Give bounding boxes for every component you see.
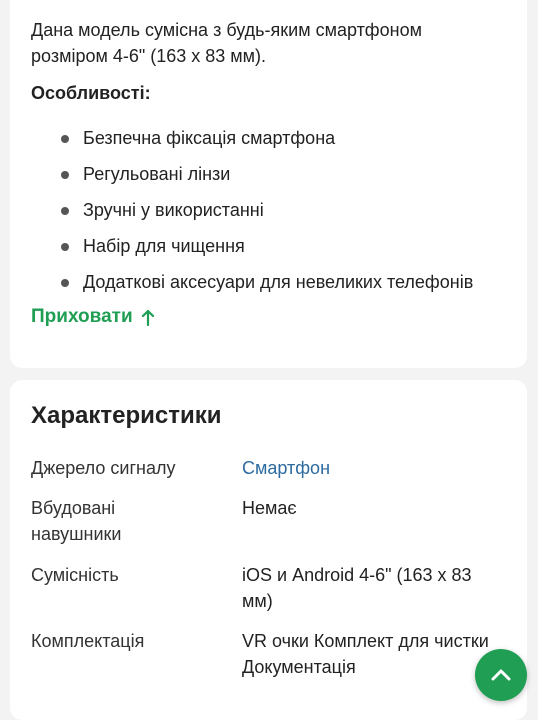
features-list: Безпечна фіксація смартфона Регульовані … — [10, 120, 527, 300]
spec-row-package: Комплектація VR очки Комплект для чистки… — [31, 628, 511, 684]
feature-text: Безпечна фіксація смартфона — [83, 128, 336, 148]
feature-text: Додаткові аксесуари для невеликих телефо… — [83, 272, 474, 292]
spec-value-link[interactable]: Смартфон — [242, 455, 512, 481]
product-description: Дана модель сумісна з будь-яким смартфон… — [31, 20, 422, 66]
feature-item: Регульовані лінзи — [10, 156, 527, 192]
bullet-icon — [61, 279, 69, 287]
spec-row-compatibility: Сумісність iOS и Android 4-6" (163 х 83 … — [31, 562, 511, 618]
feature-item: Зручні у використанні — [10, 192, 527, 228]
description-card: Дана модель сумісна з будь-яким смартфон… — [10, 0, 527, 368]
spec-value: Немає — [242, 498, 297, 518]
spec-value: iOS и Android 4-6" (163 х 83 мм) — [242, 565, 472, 611]
arrow-up-icon — [141, 309, 154, 326]
scroll-to-top-button[interactable] — [475, 649, 527, 701]
feature-item: Безпечна фіксація смартфона — [10, 120, 527, 156]
feature-text: Регульовані лінзи — [83, 164, 231, 184]
specs-card: Характеристики Джерело сигналу Смартфон … — [10, 380, 527, 720]
features-heading: Особливості: — [31, 83, 151, 103]
spec-row-headphones: Вбудовані навушники Немає — [31, 495, 511, 551]
feature-text: Зручні у використанні — [83, 200, 264, 220]
specs-heading: Характеристики — [31, 402, 222, 429]
spec-label: Сумісність — [31, 565, 119, 585]
feature-item: Додаткові аксесуари для невеликих телефо… — [10, 264, 527, 300]
spec-value: VR очки Комплект для чистки Документація — [242, 631, 489, 677]
bullet-icon — [61, 135, 69, 143]
hide-label: Приховати — [31, 306, 133, 327]
bullet-icon — [61, 171, 69, 179]
bullet-icon — [61, 243, 69, 251]
hide-description-link[interactable]: Приховати — [31, 306, 155, 328]
spec-label: Комплектація — [31, 631, 145, 651]
spec-label: Вбудовані навушники — [31, 498, 122, 544]
spec-row-signal-source: Джерело сигналу Смартфон — [31, 455, 511, 485]
chevron-up-icon — [491, 669, 511, 681]
spec-label: Джерело сигналу — [31, 458, 176, 478]
bullet-icon — [61, 207, 69, 215]
feature-text: Набір для чищення — [83, 236, 245, 256]
feature-item: Набір для чищення — [10, 228, 527, 264]
